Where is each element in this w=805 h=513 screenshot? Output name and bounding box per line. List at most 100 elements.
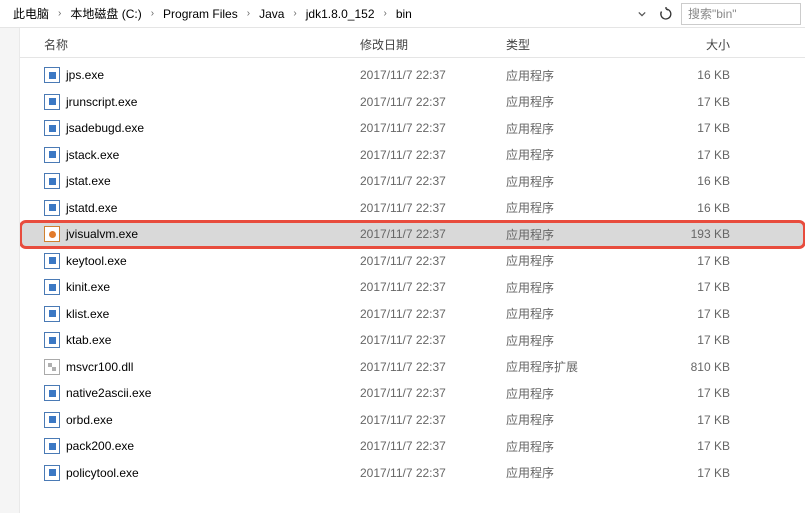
chevron-right-icon: › — [380, 8, 391, 19]
file-row[interactable]: jstatd.exe2017/11/7 22:37应用程序16 KB — [20, 195, 805, 222]
breadcrumb-item[interactable]: 此电脑 — [10, 3, 52, 24]
file-date: 2017/11/7 22:37 — [360, 121, 506, 135]
column-header-date[interactable]: 修改日期 — [360, 36, 506, 53]
file-date: 2017/11/7 22:37 — [360, 95, 506, 109]
file-type: 应用程序 — [506, 464, 650, 481]
file-row[interactable]: klist.exe2017/11/7 22:37应用程序17 KB — [20, 301, 805, 328]
file-name: jvisualvm.exe — [66, 227, 138, 241]
file-name-cell: pack200.exe — [20, 438, 360, 454]
breadcrumb-item[interactable]: 本地磁盘 (C:) — [67, 3, 144, 24]
exe-file-icon — [44, 279, 60, 295]
chevron-right-icon: › — [54, 8, 65, 19]
content-area: 名称 修改日期 类型 大小 jps.exe2017/11/7 22:37应用程序… — [0, 28, 805, 513]
chevron-right-icon: › — [289, 8, 300, 19]
breadcrumb-item[interactable]: Java — [256, 5, 287, 23]
file-size: 17 KB — [650, 333, 750, 347]
file-type: 应用程序 — [506, 252, 650, 269]
file-name-cell: jstat.exe — [20, 173, 360, 189]
file-list: 名称 修改日期 类型 大小 jps.exe2017/11/7 22:37应用程序… — [20, 28, 805, 513]
file-size: 17 KB — [650, 413, 750, 427]
exe-file-icon — [44, 253, 60, 269]
file-name: pack200.exe — [66, 439, 134, 453]
file-name-cell: jps.exe — [20, 67, 360, 83]
file-row[interactable]: policytool.exe2017/11/7 22:37应用程序17 KB — [20, 460, 805, 487]
dll-file-icon — [44, 359, 60, 375]
file-type: 应用程序扩展 — [506, 358, 650, 375]
file-type: 应用程序 — [506, 438, 650, 455]
column-header-type[interactable]: 类型 — [506, 36, 650, 53]
file-date: 2017/11/7 22:37 — [360, 68, 506, 82]
file-type: 应用程序 — [506, 411, 650, 428]
exe-file-icon — [44, 67, 60, 83]
exe-file-icon — [44, 94, 60, 110]
refresh-button[interactable] — [655, 3, 677, 25]
file-type: 应用程序 — [506, 93, 650, 110]
jvisualvm-icon — [44, 226, 60, 242]
breadcrumb-history-dropdown[interactable] — [631, 3, 653, 25]
file-name: jsadebugd.exe — [66, 121, 144, 135]
file-date: 2017/11/7 22:37 — [360, 360, 506, 374]
file-name: jstatd.exe — [66, 201, 117, 215]
column-header-size[interactable]: 大小 — [650, 36, 750, 53]
file-type: 应用程序 — [506, 332, 650, 349]
breadcrumb-item[interactable]: jdk1.8.0_152 — [303, 5, 378, 23]
file-row[interactable]: kinit.exe2017/11/7 22:37应用程序17 KB — [20, 274, 805, 301]
file-name: msvcr100.dll — [66, 360, 133, 374]
file-size: 193 KB — [650, 227, 750, 241]
file-row[interactable]: native2ascii.exe2017/11/7 22:37应用程序17 KB — [20, 380, 805, 407]
file-name-cell: jstack.exe — [20, 147, 360, 163]
file-row[interactable]: orbd.exe 2017/11/7 22:37应用程序17 KB — [20, 407, 805, 434]
file-type: 应用程序 — [506, 173, 650, 190]
file-size: 17 KB — [650, 121, 750, 135]
column-header-name[interactable]: 名称 — [20, 36, 360, 53]
breadcrumb-item[interactable]: bin — [393, 5, 415, 23]
file-date: 2017/11/7 22:37 — [360, 227, 506, 241]
exe-file-icon — [44, 332, 60, 348]
file-size: 17 KB — [650, 254, 750, 268]
file-row[interactable]: jvisualvm.exe 2017/11/7 22:37应用程序193 KB — [20, 221, 805, 248]
file-name: jstat.exe — [66, 174, 111, 188]
file-name-cell: policytool.exe — [20, 465, 360, 481]
file-row[interactable]: keytool.exe2017/11/7 22:37应用程序17 KB — [20, 248, 805, 275]
exe-file-icon — [44, 306, 60, 322]
file-date: 2017/11/7 22:37 — [360, 466, 506, 480]
file-row[interactable]: ktab.exe 2017/11/7 22:37应用程序17 KB — [20, 327, 805, 354]
exe-file-icon — [44, 173, 60, 189]
column-headers: 名称 修改日期 类型 大小 — [20, 28, 805, 58]
file-row[interactable]: jstat.exe2017/11/7 22:37应用程序16 KB — [20, 168, 805, 195]
file-name: jps.exe — [66, 68, 104, 82]
file-size: 16 KB — [650, 174, 750, 188]
file-date: 2017/11/7 22:37 — [360, 413, 506, 427]
file-row[interactable]: jstack.exe2017/11/7 22:37应用程序17 KB — [20, 142, 805, 169]
file-row[interactable]: jsadebugd.exe2017/11/7 22:37应用程序17 KB — [20, 115, 805, 142]
file-name-cell: orbd.exe — [20, 412, 360, 428]
exe-file-icon — [44, 385, 60, 401]
file-date: 2017/11/7 22:37 — [360, 439, 506, 453]
file-type: 应用程序 — [506, 305, 650, 322]
file-name-cell: jvisualvm.exe — [20, 226, 360, 242]
file-size: 16 KB — [650, 201, 750, 215]
file-size: 810 KB — [650, 360, 750, 374]
file-name-cell: native2ascii.exe — [20, 385, 360, 401]
search-placeholder: 搜索"bin" — [688, 5, 737, 22]
file-row[interactable]: jps.exe2017/11/7 22:37应用程序16 KB — [20, 62, 805, 89]
file-date: 2017/11/7 22:37 — [360, 148, 506, 162]
file-row[interactable]: msvcr100.dll 2017/11/7 22:37应用程序扩展810 KB — [20, 354, 805, 381]
file-name-cell: keytool.exe — [20, 253, 360, 269]
file-name: policytool.exe — [66, 466, 139, 480]
chevron-right-icon: › — [243, 8, 254, 19]
file-name-cell: kinit.exe — [20, 279, 360, 295]
file-date: 2017/11/7 22:37 — [360, 201, 506, 215]
file-row[interactable]: pack200.exe2017/11/7 22:37应用程序17 KB — [20, 433, 805, 460]
file-rows: jps.exe2017/11/7 22:37应用程序16 KBjrunscrip… — [20, 58, 805, 486]
file-type: 应用程序 — [506, 226, 650, 243]
search-input[interactable]: 搜索"bin" — [681, 3, 801, 25]
file-row[interactable]: jrunscript.exe2017/11/7 22:37应用程序17 KB — [20, 89, 805, 116]
exe-file-icon — [44, 200, 60, 216]
file-name-cell: jstatd.exe — [20, 200, 360, 216]
breadcrumb-item[interactable]: Program Files — [160, 5, 241, 23]
file-name: ktab.exe — [66, 333, 111, 347]
file-name: keytool.exe — [66, 254, 127, 268]
file-date: 2017/11/7 22:37 — [360, 333, 506, 347]
file-name: orbd.exe — [66, 413, 113, 427]
